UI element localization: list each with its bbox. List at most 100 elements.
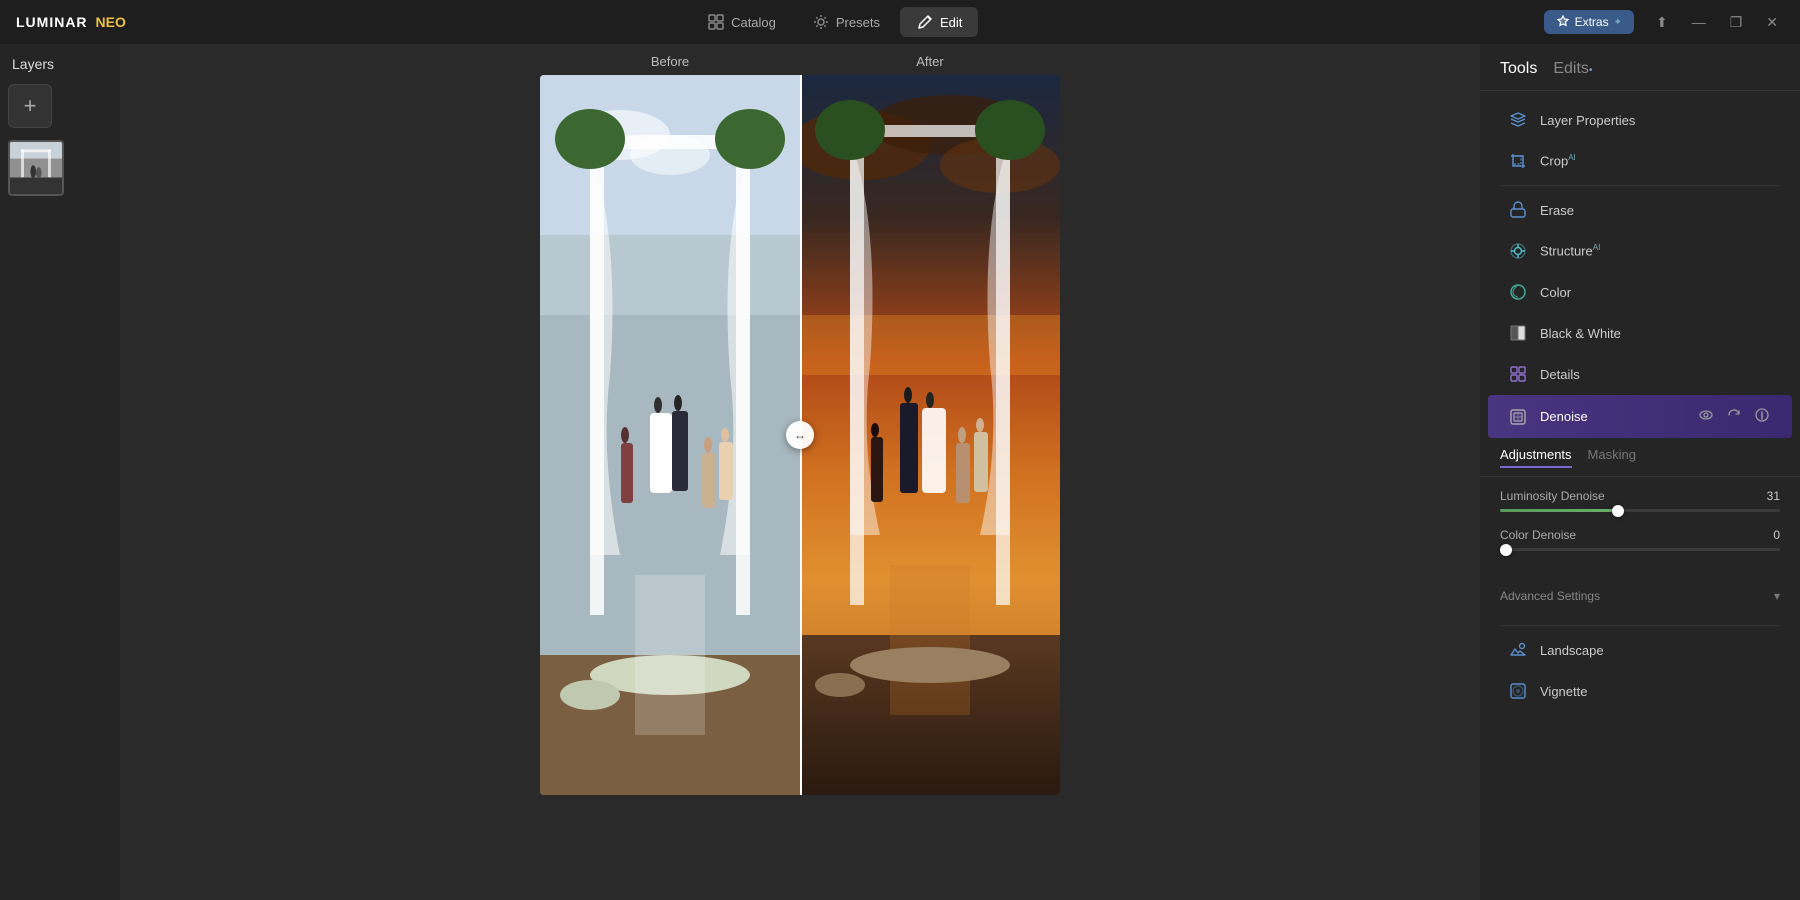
after-image [800,75,1060,795]
advanced-settings[interactable]: Advanced Settings ▾ [1480,579,1800,613]
color-label: Color [1540,285,1772,300]
info-icon [1754,407,1770,423]
before-image [540,75,800,795]
denoise-tabs: Adjustments Masking [1480,439,1800,477]
adjustments-tab[interactable]: Adjustments [1500,447,1572,468]
color-slider-thumb[interactable] [1500,544,1512,556]
presets-nav-button[interactable]: Presets [796,7,896,37]
slider-section: Luminosity Denoise 31 Color Denoise 0 [1480,477,1800,579]
extras-icon [1556,15,1570,29]
titlebar: LUMINAR NEO Catalog Presets Edit [0,0,1800,44]
tool-item-black-white[interactable]: Black & White [1488,313,1792,353]
layers-title: Layers [8,56,112,72]
minimize-button[interactable]: — [1686,12,1712,33]
erase-label: Erase [1540,203,1772,218]
details-icon [1508,364,1528,384]
catalog-icon [707,13,725,31]
luminosity-label: Luminosity Denoise [1500,489,1605,503]
structure-icon [1508,241,1528,261]
luminosity-value: 31 [1756,489,1780,503]
denoise-reset-button[interactable] [1724,405,1744,428]
edits-tab[interactable]: Edits• [1553,60,1592,78]
luminosity-denoise-row: Luminosity Denoise 31 [1500,489,1780,512]
eye-icon [1698,407,1714,423]
tools-divider-1 [1500,185,1780,186]
catalog-nav-button[interactable]: Catalog [691,7,792,37]
after-label: After [800,54,1060,69]
tools-tab[interactable]: Tools [1500,60,1537,78]
tools-header: Tools Edits• [1480,44,1800,91]
crop-label: CropAI [1540,153,1772,168]
color-denoise-header: Color Denoise 0 [1500,528,1780,542]
color-denoise-label: Color Denoise [1500,528,1576,542]
vignette-label: Vignette [1540,684,1772,699]
maximize-button[interactable]: ❐ [1724,12,1749,33]
tool-item-denoise[interactable]: Denoise [1488,395,1792,438]
window-controls: ⬆ — ❐ ✕ [1650,12,1784,33]
luminosity-slider-thumb[interactable] [1612,505,1624,517]
edit-icon [916,13,934,31]
crop-icon [1508,151,1528,171]
edits-dot: • [1589,65,1593,76]
denoise-panel: Adjustments Masking Luminosity Denoise 3… [1480,439,1800,621]
tool-item-details[interactable]: Details [1488,354,1792,394]
extras-dot: ✦ [1614,17,1622,28]
vignette-icon [1508,681,1528,701]
luminosity-header: Luminosity Denoise 31 [1500,489,1780,503]
logo-neo: NEO [96,14,126,30]
tool-item-crop[interactable]: CropAI [1488,141,1792,181]
add-layer-button[interactable]: + [8,84,52,128]
landscape-icon [1508,640,1528,660]
export-button[interactable]: ⬆ [1650,12,1674,33]
details-label: Details [1540,367,1772,382]
layer-thumb-inner [10,142,62,194]
tool-item-landscape[interactable]: Landscape [1488,630,1792,670]
denoise-info-button[interactable] [1752,405,1772,428]
titlebar-right: Extras ✦ ⬆ — ❐ ✕ [1544,10,1784,34]
before-after-bar: Before After [540,54,1060,69]
tool-item-vignette[interactable]: Vignette [1488,671,1792,711]
color-slider-track[interactable] [1500,548,1780,551]
titlebar-left: LUMINAR NEO [16,14,126,30]
bw-icon [1508,323,1528,343]
luminosity-slider-fill [1500,509,1618,512]
layer-thumbnail[interactable] [8,140,64,196]
edit-nav-button[interactable]: Edit [900,7,978,37]
denoise-label: Denoise [1540,409,1684,424]
tool-item-color[interactable]: Color [1488,272,1792,312]
tool-item-layer-properties[interactable]: Layer Properties [1488,100,1792,140]
color-denoise-row: Color Denoise 0 [1500,528,1780,551]
after-scene-svg [800,75,1060,795]
layer-thumb-svg [10,142,62,194]
color-icon [1508,282,1528,302]
layers-icon [1508,110,1528,130]
masking-tab[interactable]: Masking [1588,447,1636,468]
extras-button[interactable]: Extras ✦ [1544,10,1634,34]
presets-icon [812,13,830,31]
image-container[interactable] [540,75,1060,795]
nav-bar: Catalog Presets Edit [691,7,978,37]
landscape-label: Landscape [1540,643,1772,658]
close-button[interactable]: ✕ [1760,12,1784,33]
logo-luminar: LUMINAR [16,14,88,30]
structure-label: StructureAI [1540,243,1772,258]
denoise-actions [1696,405,1772,428]
layers-panel: Layers + [0,44,120,900]
canvas-area: Before After [120,44,1480,900]
chevron-down-icon: ▾ [1774,589,1780,603]
tool-item-structure[interactable]: StructureAI [1488,231,1792,271]
erase-icon [1508,200,1528,220]
tool-item-erase[interactable]: Erase [1488,190,1792,230]
bw-label: Black & White [1540,326,1772,341]
denoise-visibility-button[interactable] [1696,405,1716,428]
divider-handle[interactable] [786,421,814,449]
before-label: Before [540,54,800,69]
tool-list: Layer Properties CropAI [1480,91,1800,900]
luminosity-slider-track[interactable] [1500,509,1780,512]
layer-properties-label: Layer Properties [1540,113,1772,128]
reset-icon [1726,407,1742,423]
tools-divider-2 [1500,625,1780,626]
advanced-settings-label: Advanced Settings [1500,589,1600,603]
denoise-icon [1508,407,1528,427]
main-layout: Layers + [0,44,1800,900]
